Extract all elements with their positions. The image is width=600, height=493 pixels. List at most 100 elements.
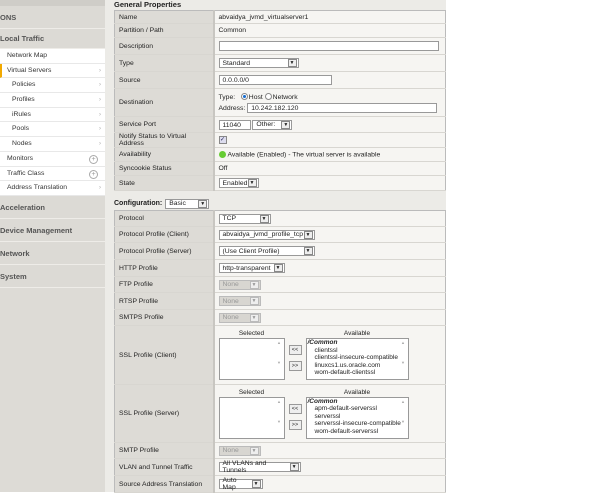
sidebar-item-irules[interactable]: iRules › [0,107,105,123]
list-item[interactable]: wom-default-serverssl [307,428,408,436]
scrollbar[interactable]: ▲ ▼ [276,340,283,378]
sidebar-item-label: Virtual Servers [7,66,52,74]
sidebar-section-acceleration[interactable]: Acceleration [0,195,105,219]
sidebar-item-traffic-class[interactable]: Traffic Class + [0,166,105,182]
description-input[interactable] [218,41,439,51]
ssl-server-selected-list[interactable]: ▲ ▼ [218,396,285,439]
scrollbar[interactable]: ▲ ▼ [400,399,407,437]
chevron-down-icon: ▼ [273,264,283,272]
ssl-server-available-list[interactable]: /Common apm-default-serverssl serverssl … [305,396,409,439]
sidebar-item-network-map[interactable]: Network Map [0,49,105,64]
name-value: abvaidya_jvmd_virtualserver1 [213,10,446,24]
move-right-button[interactable]: >> [288,361,302,371]
chevron-down-icon: ▼ [247,179,257,187]
sidebar-section-network[interactable]: Network [0,241,105,265]
partition-label: Partition / Path [114,23,215,38]
chevron-down-icon: ▼ [198,199,208,208]
available-label: Available [343,388,371,396]
pp-server-select[interactable]: (Use Client Profile) ▼ [218,246,315,256]
dest-host-radio[interactable] [240,93,248,101]
chevron-down-icon: ▼ [287,59,297,67]
scrollbar[interactable]: ▲ ▼ [400,340,407,378]
chevron-down-icon: ▼ [259,214,269,223]
configuration-select[interactable]: Basic ▼ [165,198,210,209]
ssl-client-available-list[interactable]: /Common clientssl clientssl-insecure-com… [305,338,409,380]
http-label: HTTP Profile [114,259,215,277]
port-select-value: Other: [256,121,276,128]
name-label: Name [114,10,215,24]
move-right-button[interactable]: >> [288,419,302,430]
sidebar-item-label: Traffic Class [7,169,45,177]
sidebar-section-system[interactable]: System [0,264,105,288]
port-select[interactable]: Other: ▼ [252,119,293,130]
chevron-right-icon: › [99,185,101,192]
list-group[interactable]: /Common [307,398,408,406]
source-label: Source [114,71,215,89]
dest-network-label: Network [272,93,298,101]
sidebar-item-label: Monitors [7,154,34,162]
selected-label: Selected [238,330,265,337]
sidebar-item-nodes[interactable]: Nodes › [0,137,105,152]
ssl-client-selected-list[interactable]: ▲ ▼ [218,338,285,380]
availability-label: Availability [114,147,215,162]
http-select[interactable]: http-transparent ▼ [218,263,285,273]
source-input[interactable]: 0.0.0.0/0 [218,75,332,85]
smtp-value: None [222,447,239,454]
scrollbar[interactable]: ▲ ▼ [276,399,283,437]
section-title-general: General Properties [114,0,182,9]
protocol-value: TCP [222,215,237,222]
rtsp-select[interactable]: None ▼ [218,296,261,306]
sidebar-item-profiles[interactable]: Profiles › [0,93,105,108]
sidebar-section-device-management[interactable]: Device Management [0,218,105,242]
selected-label: Selected [238,388,265,396]
ftp-select[interactable]: None ▼ [218,279,261,290]
sidebar-item-pools[interactable]: Pools › [0,122,105,138]
smtps-select[interactable]: None ▼ [218,312,261,323]
list-item[interactable]: apm-default-serverssl [307,405,408,413]
move-left-button[interactable]: << [288,403,302,414]
add-icon[interactable]: + [89,154,98,164]
move-left-button[interactable]: << [288,345,302,355]
sidebar-item-policies[interactable]: Policies › [0,78,105,94]
sidebar-item-label: Nodes [12,140,32,148]
list-group[interactable]: /Common [307,339,408,347]
pp-server-value: (Use Client Profile) [222,247,280,255]
type-value: Standard [222,59,251,67]
smtps-value: None [222,314,239,321]
dest-type-label: Type: [218,93,236,101]
list-item[interactable]: serverssl-insecure-compatible [307,420,408,428]
port-input[interactable]: 11040 [218,119,251,130]
sidebar-item-monitors[interactable]: Monitors + [0,151,105,167]
ssl-client-label: SSL Profile (Client) [114,325,215,385]
notify-checkbox[interactable]: ✓ [218,136,227,144]
state-label: State [114,175,215,191]
syncookie-label: Syncookie Status [114,161,215,176]
sidebar-item-label: Pools [12,125,30,133]
pp-client-select[interactable]: abvaidya_jvmd_profile_tcp ▼ [218,229,315,240]
sidebar-item-label: Address Translation [7,184,68,192]
rtsp-label: RTSP Profile [114,292,215,310]
protocol-select[interactable]: TCP ▼ [218,213,271,224]
sidebar-section-local-traffic[interactable]: Local Traffic [0,29,105,49]
chevron-right-icon: › [99,141,101,148]
chevron-down-icon: ▼ [303,247,313,255]
list-item[interactable]: serverssl [307,413,408,421]
dest-address-input[interactable]: 10.242.182.120 [247,102,438,113]
list-item[interactable]: linuxcs1.us.oracle.com [307,362,408,370]
add-icon[interactable]: + [89,169,98,179]
sidebar-item-virtual-servers[interactable]: Virtual Servers › [0,63,105,79]
sidebar-section-ons[interactable]: ONS [0,6,105,29]
list-item[interactable]: clientssl-insecure-compatible [307,354,408,362]
sidebar-item-address-translation[interactable]: Address Translation › [0,181,105,196]
list-item[interactable]: clientssl [307,347,408,355]
sat-select[interactable]: Auto Map ▼ [218,477,263,491]
list-item[interactable]: wom-default-clientssl [307,369,408,377]
vlan-select[interactable]: All VLANs and Tunnels ▼ [218,460,301,474]
type-select[interactable]: Standard ▼ [218,58,299,68]
partition-value: Common [213,23,446,38]
configuration-value: Basic [169,200,186,207]
dest-address-label: Address: [218,104,246,112]
state-select[interactable]: Enabled ▼ [218,178,259,188]
smtp-select[interactable]: None ▼ [218,445,261,456]
dest-network-radio[interactable] [264,93,272,101]
